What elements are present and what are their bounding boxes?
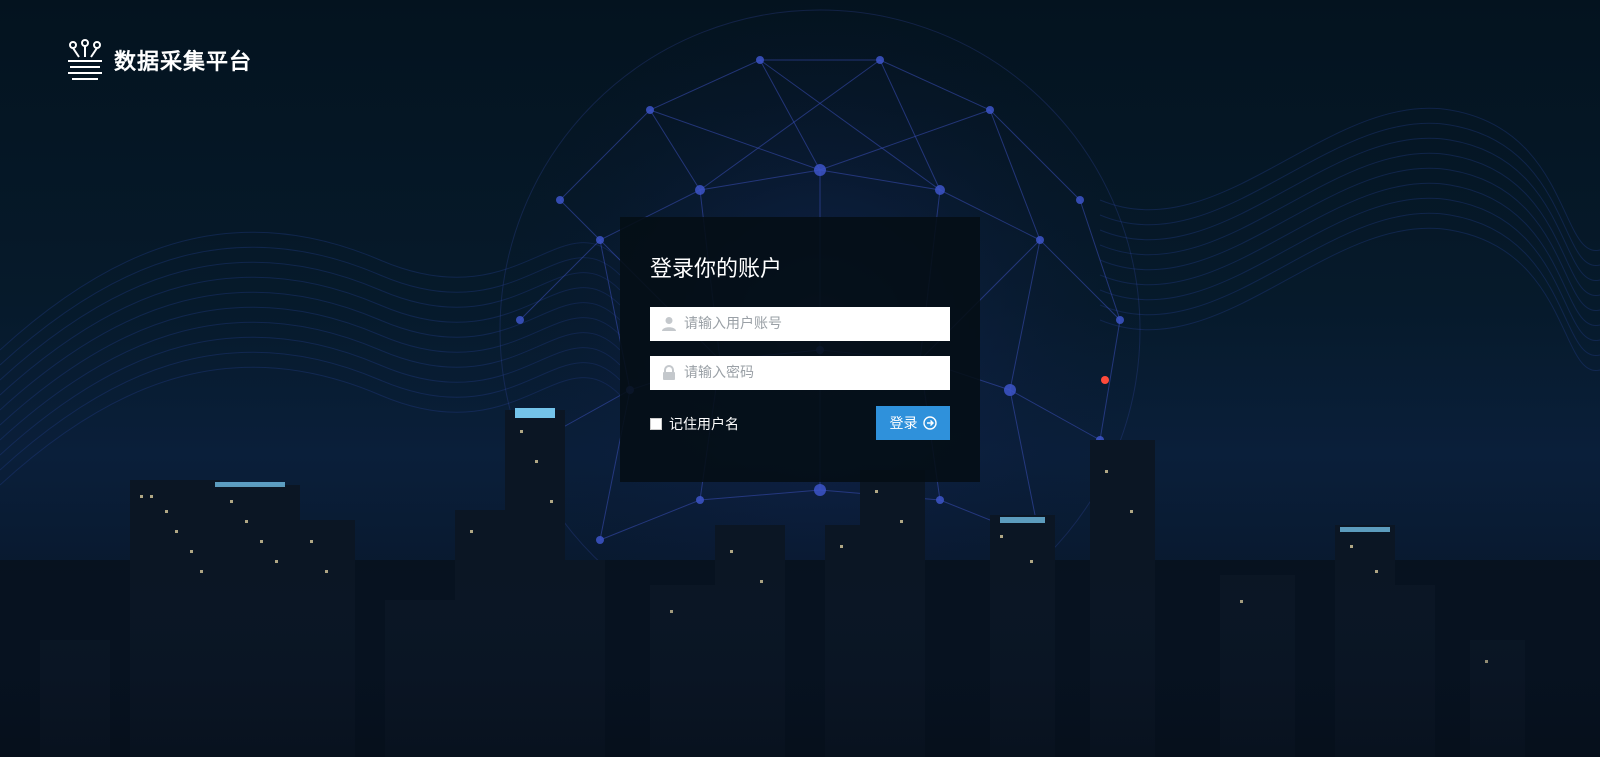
login-button-label: 登录: [889, 416, 918, 432]
login-page: 数据采集平台 登录你的账户 记住用户名 登录: [0, 0, 1600, 757]
lock-icon: [663, 365, 675, 380]
app-title: 数据采集平台: [114, 50, 253, 75]
username-input[interactable]: [684, 307, 944, 341]
login-form: 登录你的账户 记住用户名 登录: [620, 217, 980, 482]
data-platform-logo-icon: [68, 39, 102, 80]
login-actions: 记住用户名 登录: [650, 406, 950, 440]
username-field: [650, 307, 950, 341]
brand-logo[interactable]: 数据采集平台: [64, 39, 252, 81]
user-icon: [662, 317, 676, 331]
login-button[interactable]: 登录: [876, 406, 950, 440]
remember-label: 记住用户名: [669, 417, 739, 433]
password-field: [650, 356, 950, 390]
login-heading: 登录你的账户: [650, 257, 783, 282]
remember-checkbox[interactable]: [650, 418, 662, 430]
remember-username[interactable]: 记住用户名: [650, 414, 739, 434]
password-input[interactable]: [684, 356, 944, 390]
arrow-right-circle-icon: [922, 416, 937, 430]
